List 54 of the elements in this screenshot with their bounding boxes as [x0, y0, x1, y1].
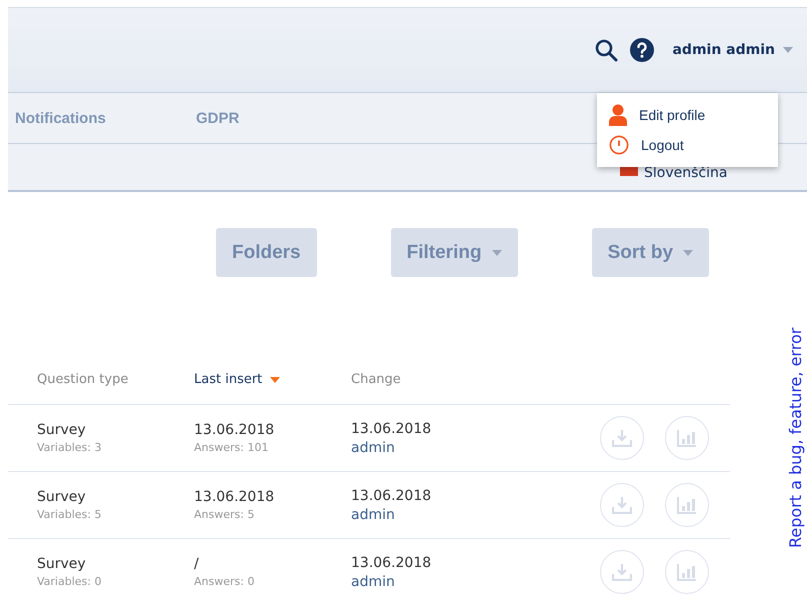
menu-item[interactable]: Logout	[609, 133, 778, 157]
bar-chart-icon	[677, 429, 697, 447]
bar-chart-icon	[677, 496, 697, 514]
table-cell-text: Survey	[37, 556, 87, 572]
download-button[interactable]	[600, 483, 644, 527]
search-icon[interactable]	[594, 38, 618, 62]
caret-icon	[683, 250, 694, 256]
flag-icon	[620, 166, 638, 176]
report-bug-link[interactable]: Report a bug, feature, error	[786, 328, 805, 548]
power-icon	[609, 135, 629, 155]
table-cell-note: Answers: 101	[194, 441, 270, 454]
table-cell-text: 13.06.2018	[351, 488, 432, 504]
sort-caret-icon	[270, 376, 280, 382]
table-cell-text: /	[194, 556, 200, 572]
table-cell-user: admin	[351, 574, 396, 590]
table-cell-note: Variables: 0	[37, 575, 102, 588]
menu-item-label: Logout	[641, 137, 684, 153]
download-icon	[612, 563, 632, 581]
column-header[interactable]: Change	[351, 372, 508, 387]
nav-link[interactable]: GDPR	[196, 110, 370, 126]
table-cell-user: admin	[351, 506, 396, 522]
table-cell-note: Answers: 5	[194, 508, 256, 521]
table-cell-text: Survey	[37, 422, 87, 438]
download-button[interactable]	[600, 550, 644, 594]
help-icon[interactable]	[630, 38, 654, 62]
person-icon	[609, 104, 627, 126]
table-cell-text: 13.06.2018	[194, 422, 276, 438]
download-icon	[612, 429, 632, 447]
column-header[interactable]: Last insert	[194, 372, 351, 387]
toolbar-button[interactable]: Sort by	[592, 228, 710, 277]
language-link[interactable]: Slovenščina	[644, 166, 728, 180]
table-cell-text: Survey	[37, 489, 87, 505]
table-cell-note: Variables: 5	[37, 508, 102, 521]
table-cell-note: Variables: 3	[37, 441, 102, 454]
download-icon	[612, 496, 632, 514]
toolbar-button[interactable]: Folders	[216, 228, 317, 277]
caret-icon	[783, 47, 793, 53]
table-cell-text: 13.06.2018	[351, 420, 432, 436]
statistics-button[interactable]	[665, 550, 709, 594]
table-cell-text: 13.06.2018	[351, 554, 432, 570]
column-header[interactable]: Question type	[37, 372, 194, 387]
bar-chart-icon	[677, 563, 697, 581]
statistics-button[interactable]	[665, 483, 709, 527]
table-cell-text: 13.06.2018	[194, 489, 276, 505]
menu-item[interactable]: Edit profile	[609, 103, 778, 127]
toolbar-button[interactable]: Filtering	[390, 228, 518, 277]
statistics-button[interactable]	[665, 416, 709, 460]
download-button[interactable]	[600, 416, 644, 460]
user-menu-button[interactable]: admin admin	[666, 42, 793, 58]
table-cell-user: admin	[351, 440, 396, 456]
nav-link[interactable]: Notifications	[15, 110, 189, 126]
caret-icon	[492, 250, 502, 256]
menu-item-label: Edit profile	[639, 107, 706, 123]
table-cell-note: Answers: 0	[194, 575, 256, 588]
